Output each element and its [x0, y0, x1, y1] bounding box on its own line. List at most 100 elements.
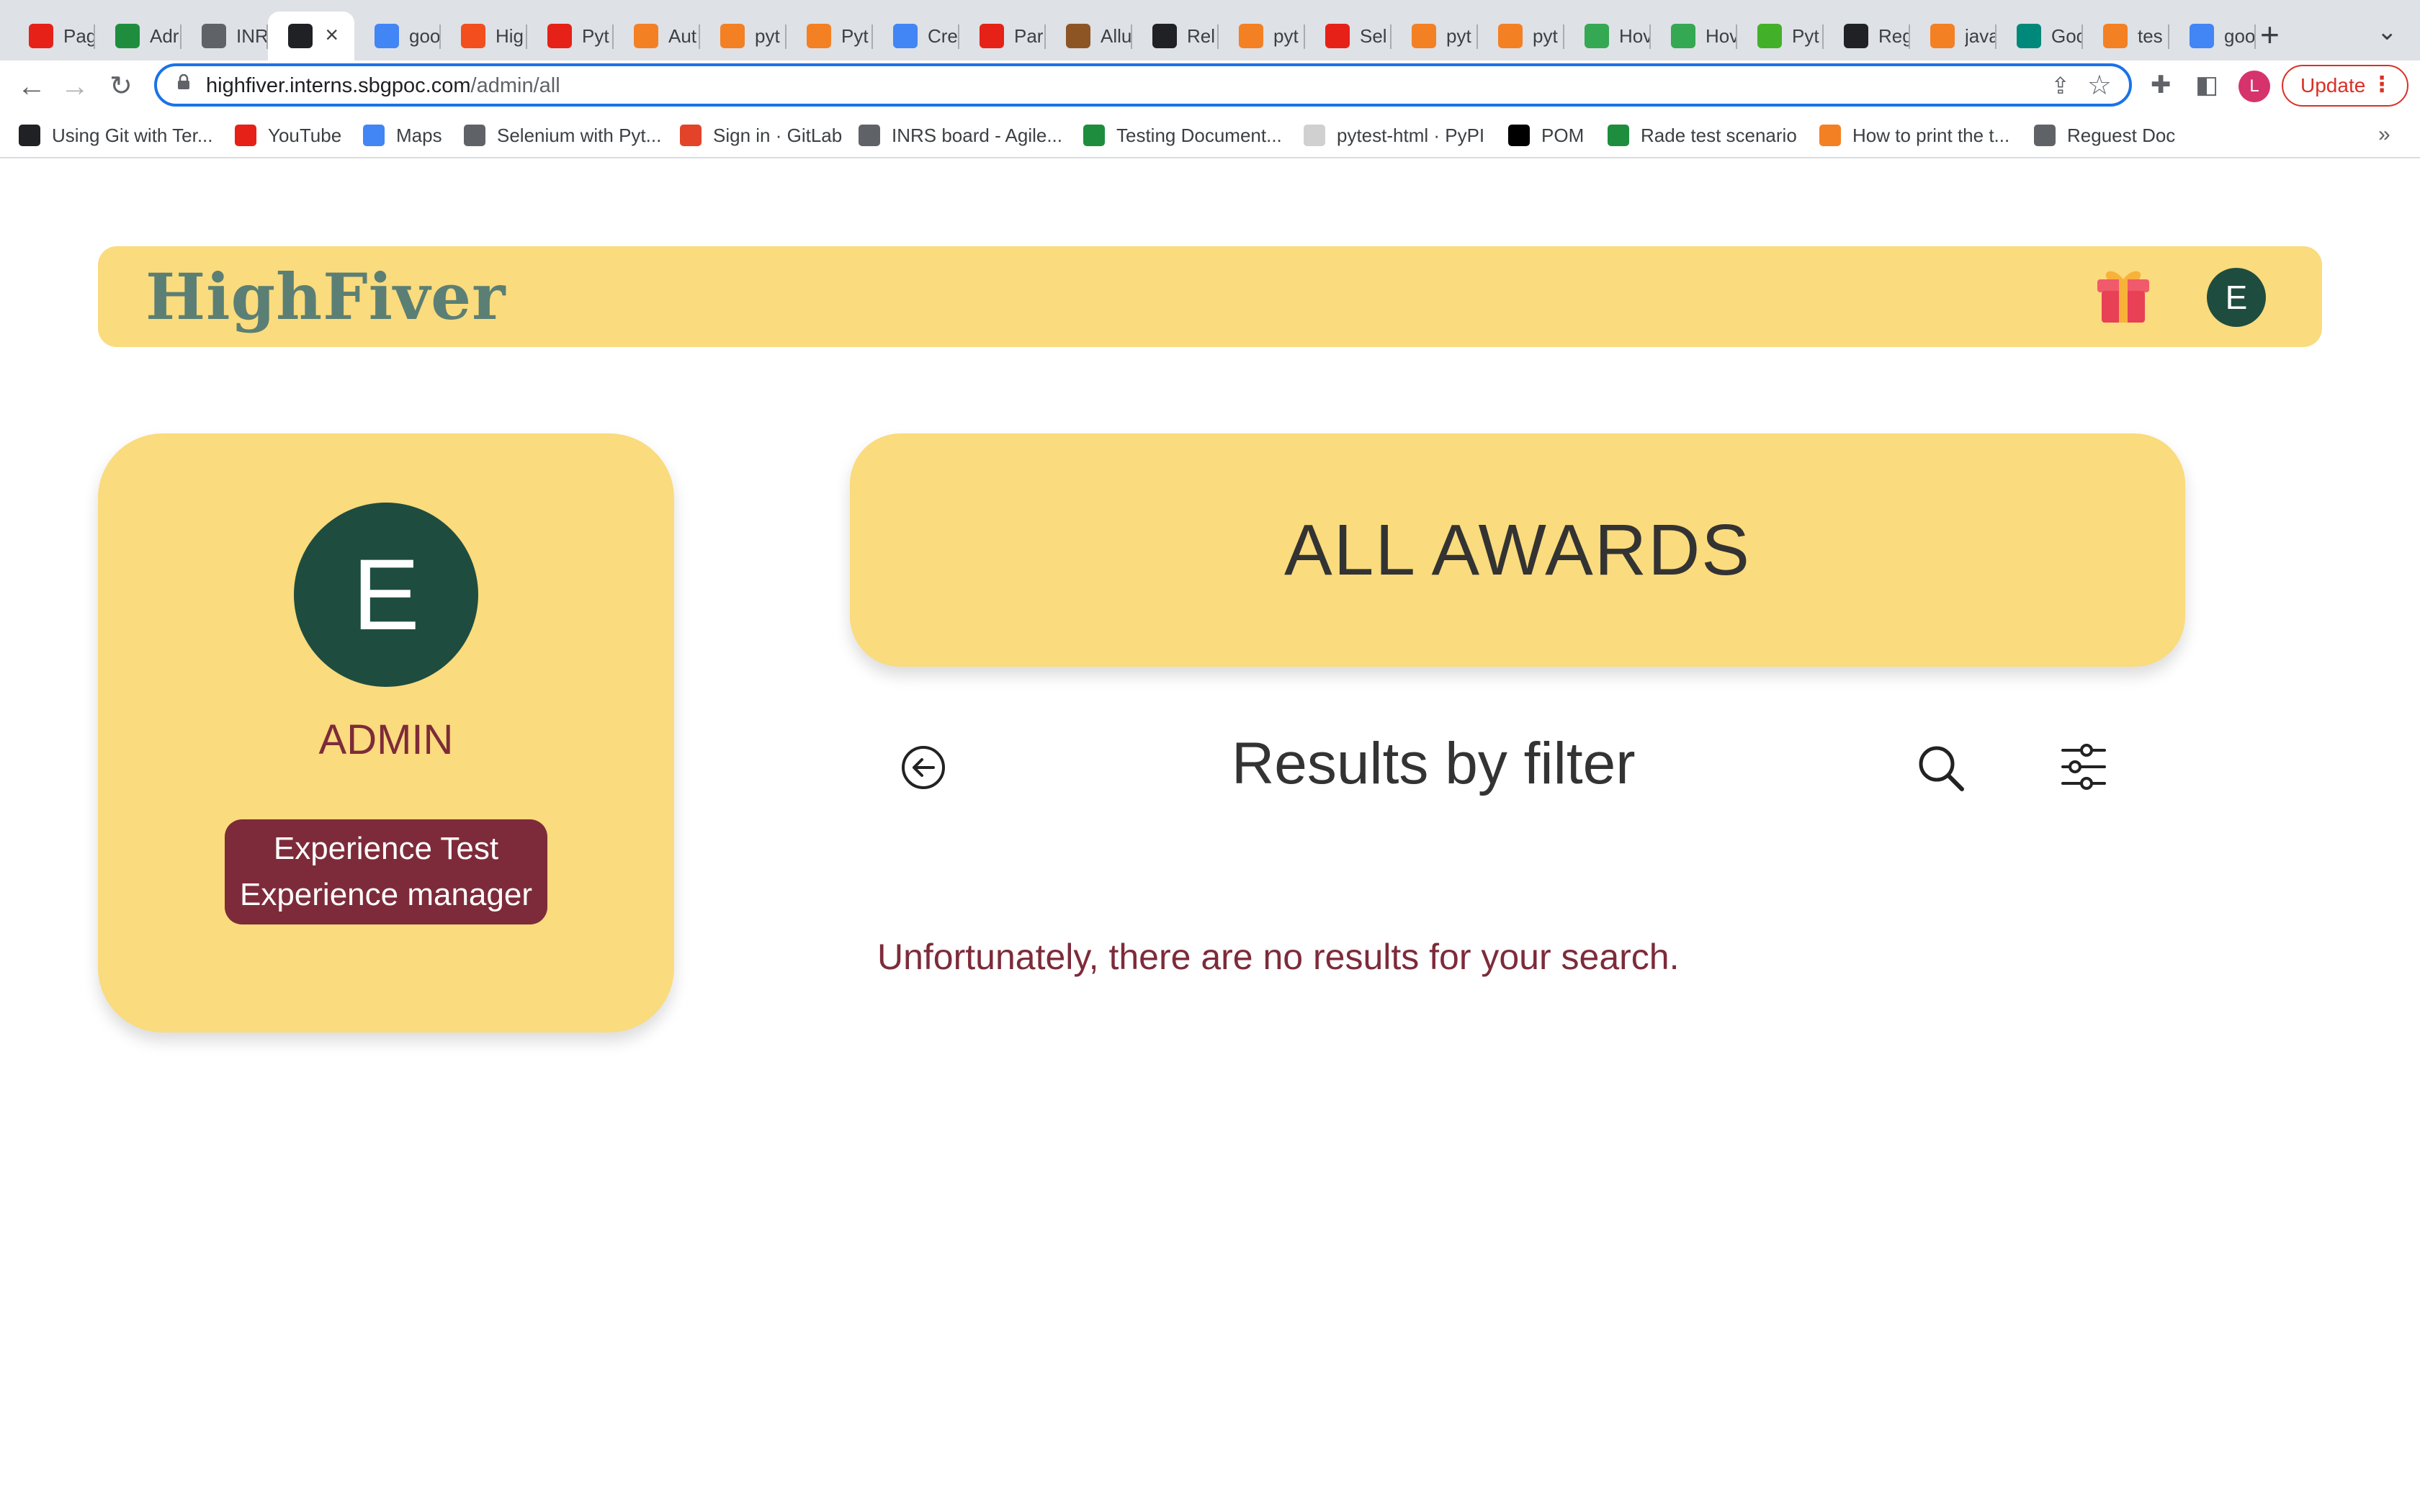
forward-nav-icon[interactable]: → [60, 68, 89, 105]
browser-tab[interactable]: Pyt [1737, 12, 1824, 60]
bookmark-item[interactable]: Reguest Doc [2034, 122, 2175, 148]
profile-card: E ADMIN Experience Test Experience manag… [98, 433, 674, 1032]
browser-tab[interactable]: goo [354, 12, 441, 60]
lock-icon [178, 74, 189, 89]
empty-results-message: Unfortunately, there are no results for … [877, 937, 1680, 977]
browser-tab[interactable]: Cre [873, 12, 959, 60]
bookmark-item[interactable]: Maps [363, 122, 442, 148]
back-nav-icon[interactable]: ← [17, 68, 46, 105]
bookmark-item[interactable]: Sign in · GitLab [680, 122, 842, 148]
browser-tab[interactable]: tes [2083, 12, 2169, 60]
tab-search-chevron-icon[interactable]: ⌄ [2377, 17, 2398, 46]
bookmark-label: Maps [396, 124, 442, 146]
globe-icon [202, 24, 226, 48]
browser-tab[interactable]: Pyt [786, 12, 873, 60]
browser-tab[interactable]: Pyt [527, 12, 614, 60]
reload-icon[interactable]: ↻ [109, 68, 133, 105]
tab-title: Hig [496, 24, 524, 47]
tab-title: Pyt [1792, 24, 1819, 47]
bookmark-item[interactable]: pytest-html · PyPI [1304, 122, 1484, 148]
bookmark-item[interactable]: POM [1508, 122, 1584, 148]
bookmark-label: Reguest Doc [2067, 124, 2176, 146]
browser-tab[interactable]: Reg [1824, 12, 1910, 60]
tab-title: goo [2224, 24, 2256, 47]
bookmark-item[interactable]: YouTube [235, 122, 341, 148]
browser-tab[interactable]: pyt [1478, 12, 1564, 60]
tab-title: Pyt [582, 24, 609, 47]
browser-tab[interactable]: Aut [614, 12, 700, 60]
browser-tab[interactable]: × [268, 12, 354, 60]
google-sheets-icon [1608, 125, 1629, 146]
tab-title: Hov [1619, 24, 1651, 47]
browser-profile-avatar[interactable]: L [2238, 71, 2270, 102]
address-bar[interactable]: highfiver.interns.sbgpoc.com/admin/all ⇪… [154, 63, 2132, 107]
profile-role: ADMIN [318, 716, 454, 763]
stackoverflow-icon [634, 24, 658, 48]
tab-title: Reg [1878, 24, 1910, 47]
figma-icon [461, 24, 485, 48]
app-header: HighFiver E [98, 246, 2322, 347]
bookmark-item[interactable]: How to print the t... [1819, 122, 2009, 148]
fi-icon [1671, 24, 1695, 48]
share-icon[interactable]: ⇪ [2051, 72, 2070, 99]
browser-tab[interactable]: Hig [441, 12, 527, 60]
github-icon [1152, 24, 1177, 48]
youtube-icon [235, 125, 256, 146]
close-tab-icon[interactable]: × [325, 22, 339, 48]
bookmarks-overflow-icon[interactable]: » [2378, 122, 2390, 147]
bookmark-item[interactable]: INRS board - Agile... [859, 122, 1062, 148]
profile-avatar: E [294, 503, 478, 687]
extensions-puzzle-icon[interactable]: ✚ [2151, 71, 2172, 99]
globe-icon [859, 125, 880, 146]
browser-tab[interactable]: Adr [95, 12, 182, 60]
tab-title: java [1965, 24, 1996, 47]
pypi-icon [1304, 125, 1325, 146]
tab-title: Pyt [841, 24, 869, 47]
tab-title: Pag [63, 24, 95, 47]
back-arrow-icon[interactable] [900, 744, 946, 791]
filter-sliders-icon[interactable] [2060, 742, 2107, 792]
side-panel-icon[interactable]: ◧ [2195, 71, 2218, 99]
user-avatar[interactable]: E [2207, 268, 2266, 327]
browser-tab[interactable]: Hov [1564, 12, 1651, 60]
google-icon [375, 24, 399, 48]
bookmark-label: How to print the t... [1852, 124, 2010, 146]
browser-tab[interactable]: INR [182, 12, 268, 60]
bookmark-star-icon[interactable]: ☆ [2087, 69, 2112, 102]
tab-title: Aut [668, 24, 697, 47]
bookmark-item[interactable]: Testing Document... [1083, 122, 1282, 148]
browser-tab[interactable]: Allu [1046, 12, 1132, 60]
browser-tab[interactable]: Par [959, 12, 1046, 60]
angular-icon [288, 24, 313, 48]
update-button[interactable]: Update ⋮ [2282, 65, 2408, 107]
profile-details-badge: Experience Test Experience manager [225, 819, 547, 924]
search-icon[interactable] [1916, 743, 1966, 793]
bookmark-item[interactable]: Using Git with Ter... [19, 122, 213, 148]
tab-title: Hov [1706, 24, 1737, 47]
new-tab-button[interactable]: + [2260, 16, 2280, 53]
bookmark-label: Testing Document... [1116, 124, 1282, 146]
tab-title: Par [1014, 24, 1044, 47]
browser-tab[interactable]: pyt [1392, 12, 1478, 60]
bookmark-item[interactable]: Rade test scenario [1608, 122, 1797, 148]
bookmark-item[interactable]: Selenium with Pyt... [464, 122, 661, 148]
gitlab-icon [680, 125, 702, 146]
youtube-icon [980, 24, 1004, 48]
browser-tab[interactable]: pyt [1219, 12, 1305, 60]
gift-icon[interactable] [2092, 264, 2155, 327]
browser-tab[interactable]: Sel [1305, 12, 1392, 60]
browser-tab[interactable]: pyt [700, 12, 786, 60]
highfiver-logo[interactable]: HighFiver [145, 259, 506, 334]
stackoverflow-icon [2103, 24, 2128, 48]
stackoverflow-icon [1412, 24, 1436, 48]
browser-tab[interactable]: goo [2169, 12, 2256, 60]
browser-tab[interactable]: Hov [1651, 12, 1737, 60]
browser-tab[interactable]: Goo [1996, 12, 2083, 60]
regex-icon [1844, 24, 1868, 48]
browser-tab[interactable]: java [1910, 12, 1996, 60]
browser-tab[interactable]: Rel [1132, 12, 1219, 60]
tab-title: Cre [928, 24, 958, 47]
browser-tab[interactable]: Pag [9, 12, 95, 60]
bookmark-label: pytest-html · PyPI [1337, 124, 1485, 146]
page-title: ALL AWARDS [1284, 509, 1751, 590]
